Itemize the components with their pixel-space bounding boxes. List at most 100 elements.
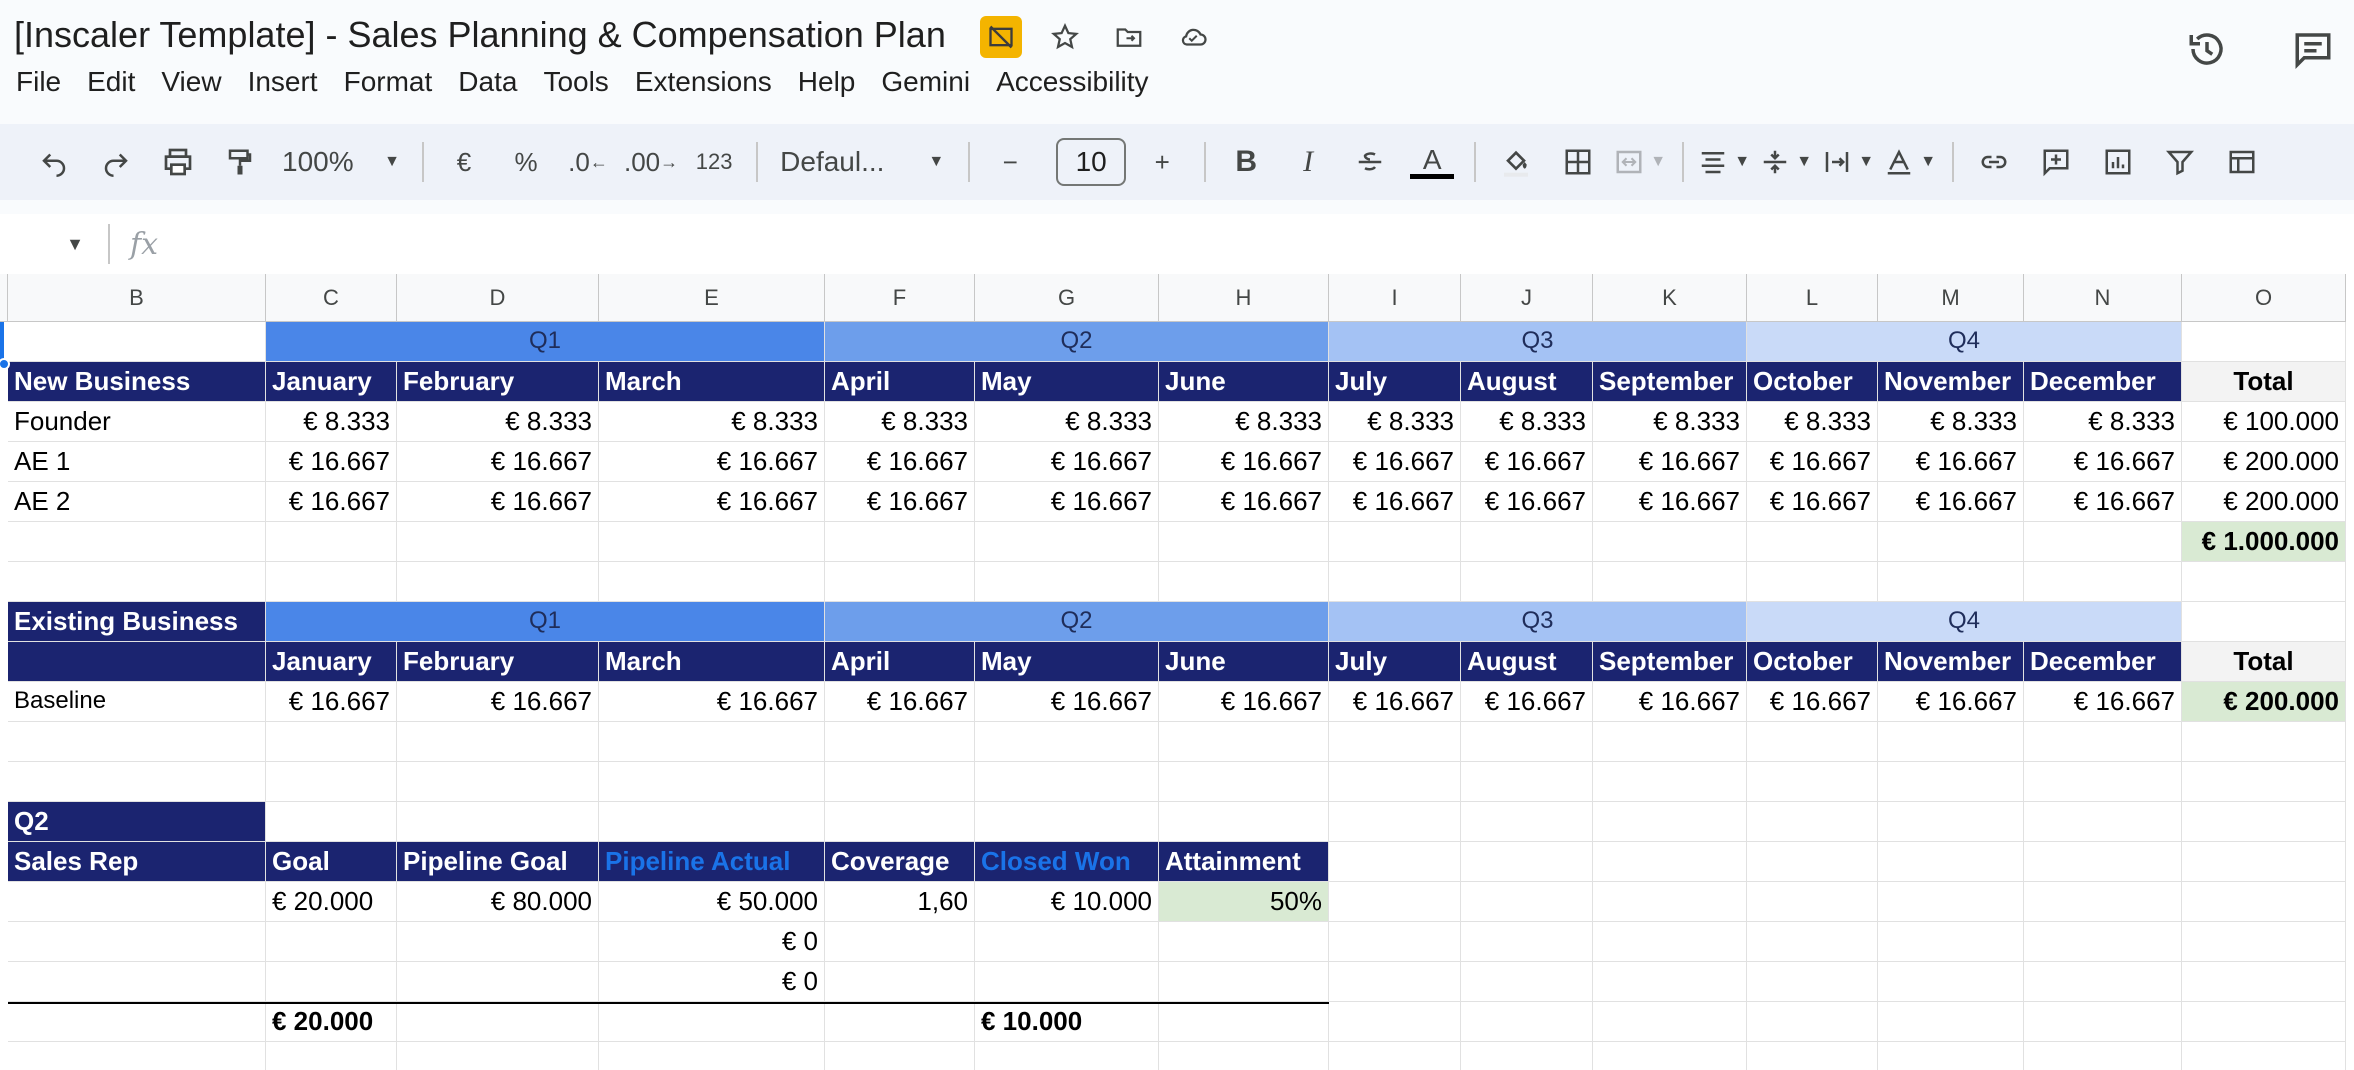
value-cell[interactable]: € 16.667 bbox=[825, 482, 975, 522]
empty-cell[interactable] bbox=[1747, 1002, 1878, 1042]
menu-tools[interactable]: Tools bbox=[543, 66, 624, 98]
sheet-grid[interactable]: B C D E F G H I J K L M N O Q1 Q2 Q3 Q4 New … bbox=[0, 274, 2354, 1070]
empty-cell[interactable] bbox=[1593, 802, 1747, 842]
empty-cell[interactable] bbox=[2024, 522, 2182, 562]
empty-cell[interactable] bbox=[8, 722, 266, 762]
row-total[interactable]: € 100.000 bbox=[2182, 402, 2346, 442]
empty-cell[interactable] bbox=[8, 1042, 266, 1070]
empty-cell[interactable] bbox=[599, 762, 825, 802]
decrease-decimal-button[interactable]: .0 ← bbox=[562, 135, 614, 189]
empty-cell[interactable] bbox=[825, 962, 975, 1002]
bold-button[interactable]: B bbox=[1220, 135, 1272, 189]
value-cell[interactable]: € 8.333 bbox=[599, 402, 825, 442]
empty-cell[interactable] bbox=[1159, 1042, 1329, 1070]
total-header[interactable]: Total bbox=[2182, 642, 2346, 682]
value-cell[interactable]: € 16.667 bbox=[1593, 682, 1747, 722]
filter-icon[interactable] bbox=[2154, 135, 2206, 189]
borders-icon[interactable] bbox=[1552, 135, 1604, 189]
column-header-a[interactable] bbox=[0, 274, 8, 322]
empty-cell[interactable] bbox=[1159, 922, 1329, 962]
empty-cell[interactable] bbox=[2182, 1042, 2346, 1070]
month-header[interactable]: June bbox=[1159, 642, 1329, 682]
version-history-icon[interactable] bbox=[2186, 28, 2228, 70]
menu-insert[interactable]: Insert bbox=[248, 66, 334, 98]
menu-format[interactable]: Format bbox=[344, 66, 449, 98]
empty-cell[interactable] bbox=[1159, 522, 1329, 562]
value-cell[interactable]: € 16.667 bbox=[2024, 442, 2182, 482]
empty-cell[interactable] bbox=[1329, 882, 1461, 922]
value-cell[interactable]: € 8.333 bbox=[825, 402, 975, 442]
empty-cell[interactable] bbox=[8, 562, 266, 602]
empty-cell[interactable] bbox=[2182, 842, 2346, 882]
name-box[interactable]: ▼ bbox=[0, 224, 110, 264]
value-cell[interactable]: € 16.667 bbox=[397, 442, 599, 482]
value-cell[interactable]: € 16.667 bbox=[1329, 442, 1461, 482]
empty-cell[interactable] bbox=[397, 802, 599, 842]
empty-cell[interactable] bbox=[599, 1002, 825, 1042]
empty-cell[interactable] bbox=[1747, 962, 1878, 1002]
empty-cell[interactable] bbox=[2182, 602, 2346, 642]
row-label[interactable]: AE 2 bbox=[8, 482, 266, 522]
empty-cell[interactable] bbox=[8, 922, 266, 962]
empty-cell[interactable] bbox=[825, 762, 975, 802]
empty-cell[interactable] bbox=[1329, 1002, 1461, 1042]
empty-cell[interactable] bbox=[397, 522, 599, 562]
empty-cell[interactable] bbox=[266, 722, 397, 762]
row-total[interactable]: € 200.000 bbox=[2182, 442, 2346, 482]
quarter-header-q4[interactable]: Q4 bbox=[1747, 602, 2182, 642]
column-header-n[interactable]: N bbox=[2024, 274, 2182, 322]
empty-cell[interactable] bbox=[1461, 722, 1593, 762]
insert-comment-icon[interactable] bbox=[2030, 135, 2082, 189]
empty-cell[interactable] bbox=[975, 762, 1159, 802]
insert-chart-icon[interactable] bbox=[2092, 135, 2144, 189]
value-cell[interactable]: € 16.667 bbox=[2024, 682, 2182, 722]
empty-cell[interactable] bbox=[1747, 522, 1878, 562]
value-cell[interactable]: € 16.667 bbox=[266, 442, 397, 482]
column-header-g[interactable]: G bbox=[975, 274, 1159, 322]
empty-cell[interactable] bbox=[1461, 962, 1593, 1002]
grand-total-new-business[interactable]: € 1.000.000 bbox=[2182, 522, 2346, 562]
month-header[interactable]: August bbox=[1461, 362, 1593, 402]
value-cell[interactable]: € 16.667 bbox=[1593, 482, 1747, 522]
empty-cell[interactable] bbox=[599, 802, 825, 842]
value-cell[interactable]: € 16.667 bbox=[1461, 442, 1593, 482]
shared-drive-icon[interactable] bbox=[980, 16, 1022, 58]
empty-cell[interactable] bbox=[1593, 962, 1747, 1002]
value-cell[interactable]: € 16.667 bbox=[1747, 442, 1878, 482]
quarter-header-q1[interactable]: Q1 bbox=[266, 602, 825, 642]
pipeline-actual-cell[interactable]: € 0 bbox=[599, 962, 825, 1002]
empty-cell[interactable] bbox=[1329, 722, 1461, 762]
column-header-m[interactable]: M bbox=[1878, 274, 2024, 322]
empty-cell[interactable] bbox=[825, 922, 975, 962]
row-total[interactable]: € 200.000 bbox=[2182, 482, 2346, 522]
q2-header[interactable]: Pipeline Goal bbox=[397, 842, 599, 882]
empty-header-cell[interactable] bbox=[8, 642, 266, 682]
empty-cell[interactable] bbox=[1461, 522, 1593, 562]
month-header[interactable]: January bbox=[266, 642, 397, 682]
month-header[interactable]: September bbox=[1593, 362, 1747, 402]
value-cell[interactable]: € 16.667 bbox=[1159, 482, 1329, 522]
value-cell[interactable]: € 16.667 bbox=[1461, 482, 1593, 522]
quarter-header-q1[interactable]: Q1 bbox=[266, 322, 825, 362]
value-cell[interactable]: € 16.667 bbox=[825, 442, 975, 482]
empty-cell[interactable] bbox=[397, 722, 599, 762]
empty-cell[interactable] bbox=[8, 882, 266, 922]
q2-header[interactable]: Pipeline Actual bbox=[599, 842, 825, 882]
empty-cell[interactable] bbox=[1593, 922, 1747, 962]
month-header[interactable]: October bbox=[1747, 362, 1878, 402]
empty-cell[interactable] bbox=[599, 562, 825, 602]
empty-cell[interactable] bbox=[1878, 882, 2024, 922]
empty-cell[interactable] bbox=[266, 962, 397, 1002]
menu-edit[interactable]: Edit bbox=[87, 66, 151, 98]
menu-extensions[interactable]: Extensions bbox=[635, 66, 788, 98]
empty-cell[interactable] bbox=[825, 802, 975, 842]
empty-cell[interactable] bbox=[1461, 802, 1593, 842]
empty-cell[interactable] bbox=[1878, 962, 2024, 1002]
empty-cell[interactable] bbox=[1878, 762, 2024, 802]
empty-cell[interactable] bbox=[1878, 562, 2024, 602]
column-header-k[interactable]: K bbox=[1593, 274, 1747, 322]
value-cell[interactable]: € 16.667 bbox=[1461, 682, 1593, 722]
empty-cell[interactable] bbox=[397, 922, 599, 962]
month-header[interactable]: March bbox=[599, 362, 825, 402]
move-folder-icon[interactable] bbox=[1108, 16, 1150, 58]
